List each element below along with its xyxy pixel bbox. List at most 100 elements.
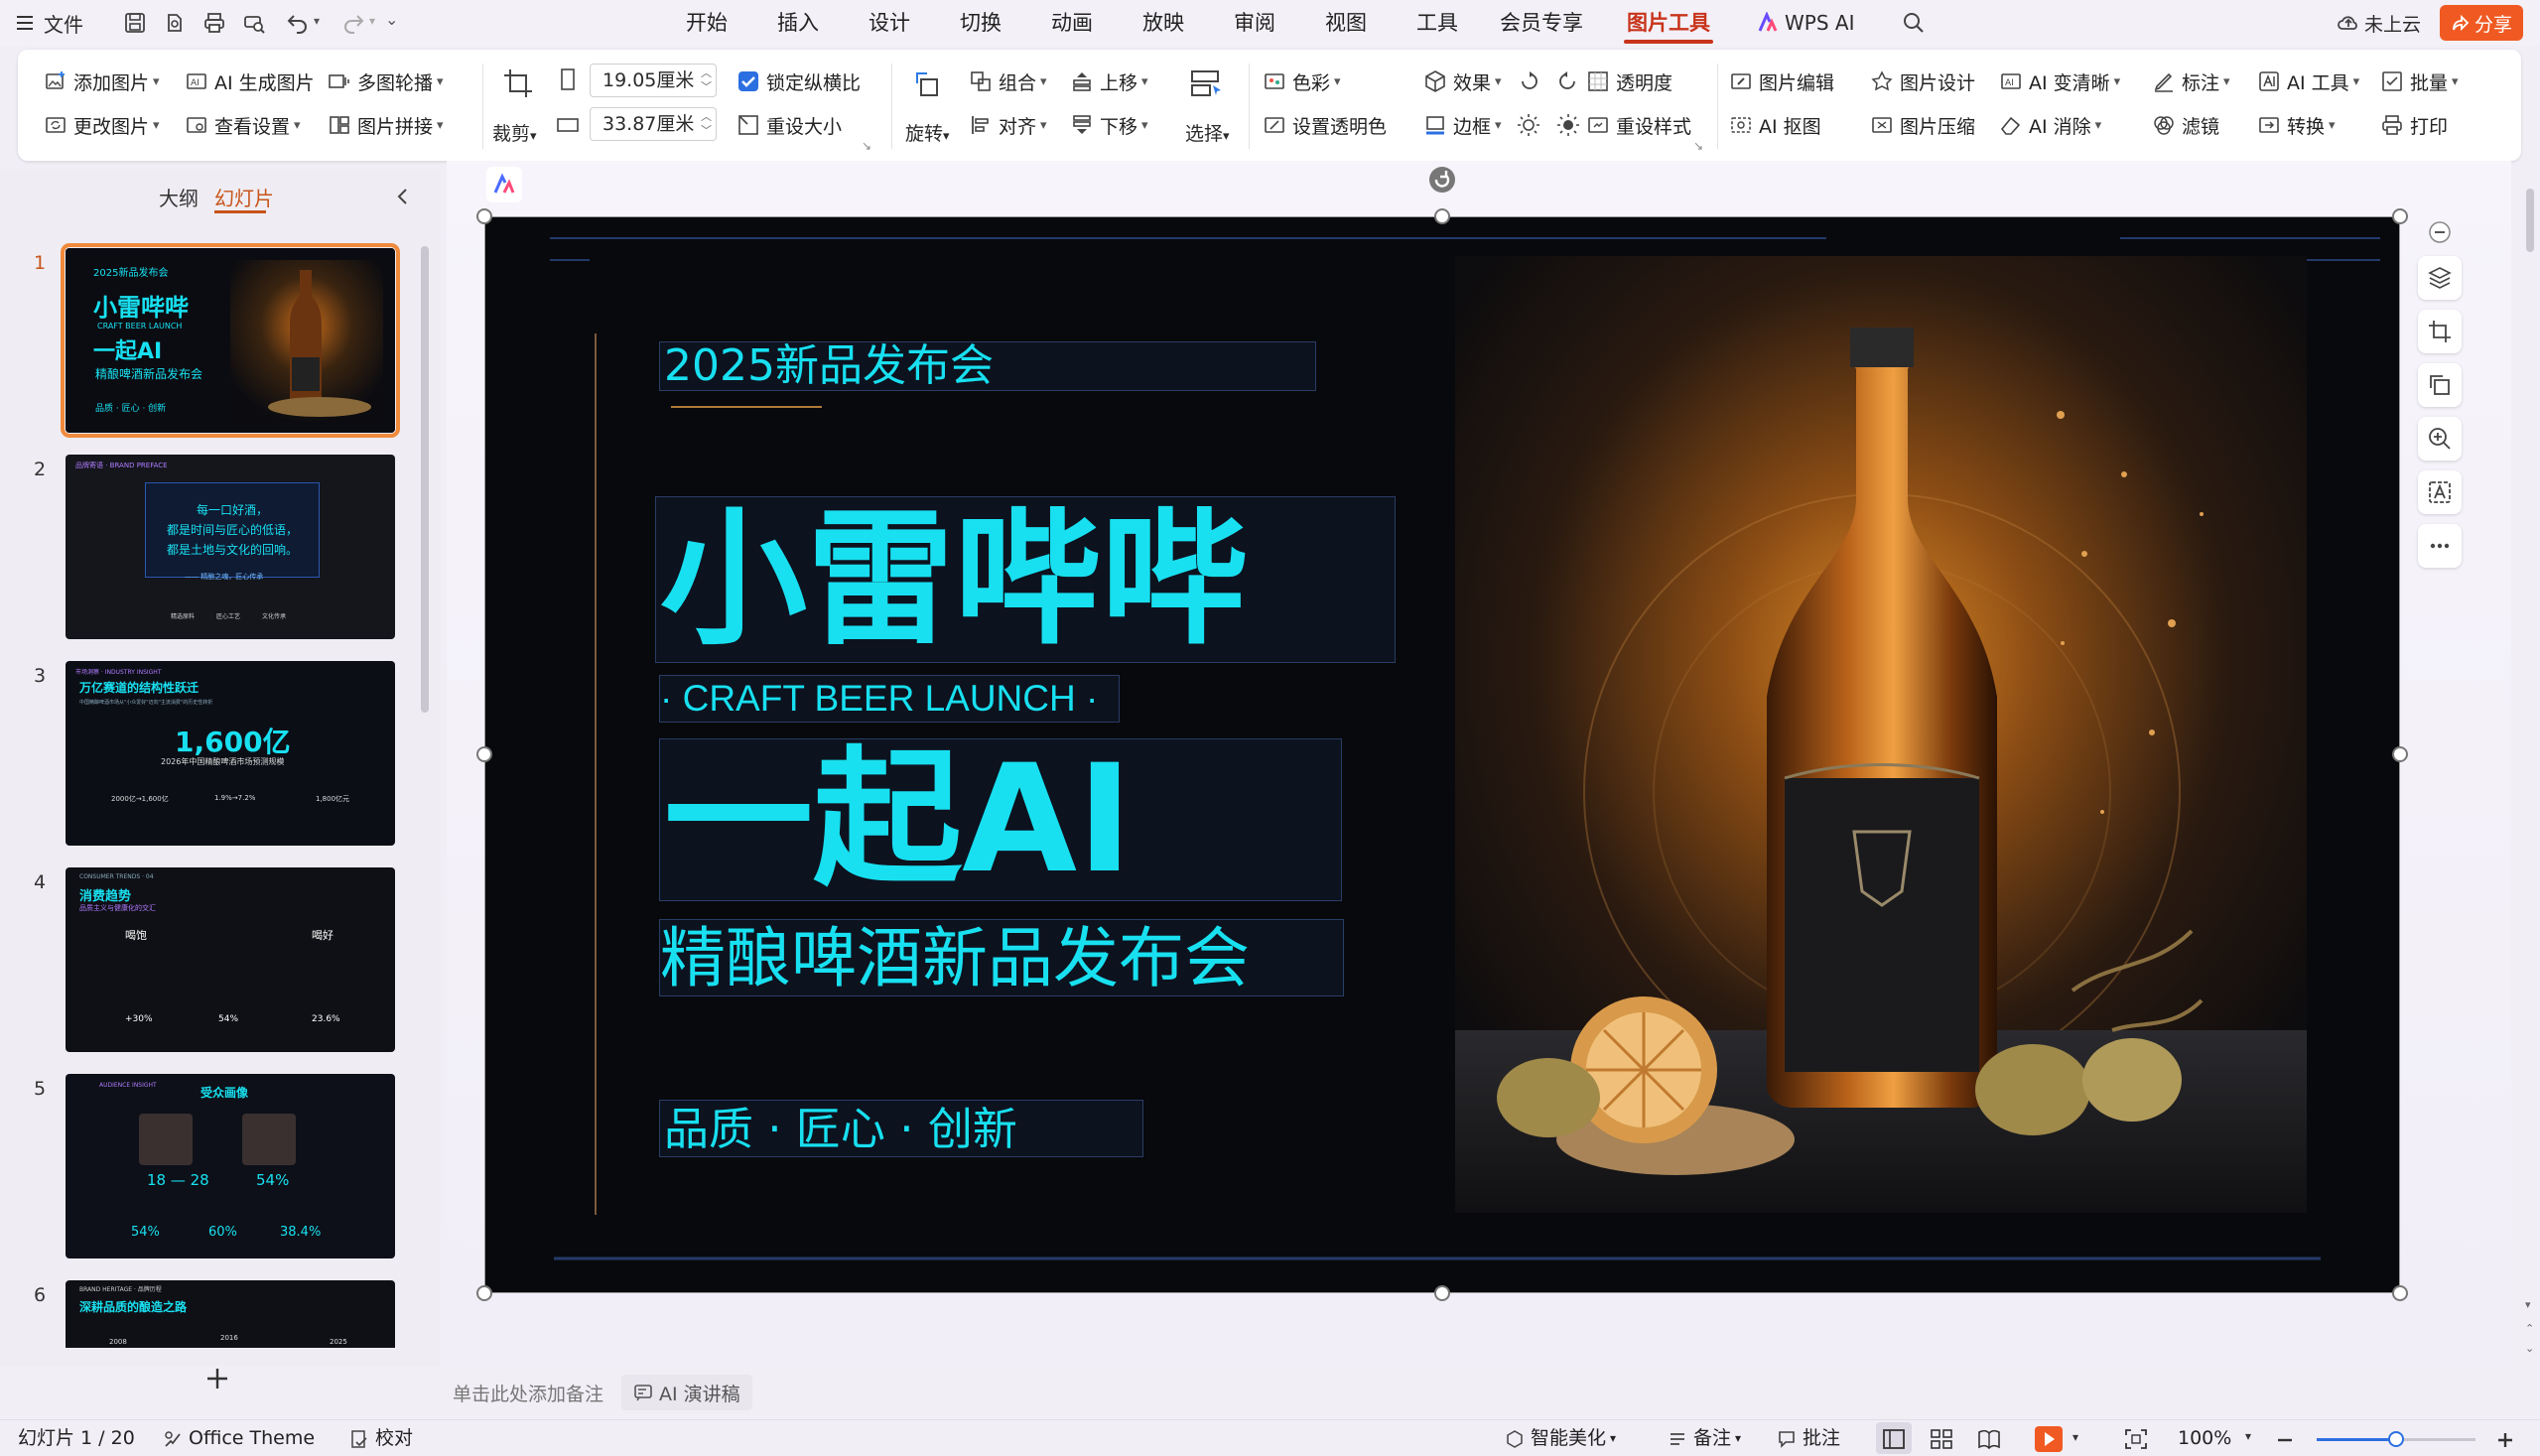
resize-handle-n[interactable] <box>1434 208 1450 224</box>
resize-handle-se[interactable] <box>2392 1285 2408 1301</box>
annotate-button[interactable]: 标注 ▾ <box>2152 64 2230 99</box>
move-up-button[interactable]: 上移 ▾ <box>1070 64 1148 99</box>
share-button[interactable]: 分享 <box>2440 5 2523 41</box>
redo-icon[interactable] <box>341 11 365 35</box>
border-button[interactable]: 边框 ▾ <box>1423 107 1502 143</box>
canvas-scrollbar[interactable]: ▾ ⌃ ⌄ <box>2521 161 2540 1364</box>
brightness-icon[interactable] <box>1517 113 1540 137</box>
tab-slides[interactable]: 幻灯片 <box>214 183 274 211</box>
resize-handle-s[interactable] <box>1434 1285 1450 1301</box>
slide-thumbnail-3[interactable]: 市场洞察 · INDUSTRY INSIGHT 万亿赛道的结构性跃迁 中国精酿啤… <box>66 661 395 846</box>
ai-erase-button[interactable]: AI 消除 ▾ <box>1999 107 2101 143</box>
effects-button[interactable]: 效果 ▾ <box>1423 64 1502 99</box>
print-icon[interactable] <box>202 11 226 35</box>
rotate-right-icon[interactable] <box>1556 69 1580 93</box>
slide-thumbnail-4[interactable]: CONSUMER TRENDS · 04 消费趋势 品质主义与健康化的交汇 喝饱… <box>66 867 395 1052</box>
image-edit-button[interactable]: 图片编辑 <box>1729 64 1834 99</box>
multi-carousel-button[interactable]: 多图轮播 ▾ <box>328 64 444 99</box>
canvas-scrollbar-thumb[interactable] <box>2526 189 2534 252</box>
slogan-textbox[interactable]: 一起AI <box>659 738 1342 901</box>
desc-textbox[interactable]: 精酿啤酒新品发布会 <box>659 919 1344 996</box>
comments-button[interactable]: 批注 <box>1777 1420 1840 1456</box>
slideshow-dropdown-icon[interactable]: ▾ <box>2072 1430 2078 1444</box>
zoom-slider-thumb[interactable] <box>2388 1431 2404 1447</box>
contrast-icon[interactable] <box>1556 113 1580 137</box>
layers-button[interactable] <box>2418 256 2462 300</box>
redo-dropdown-icon[interactable]: ▾ <box>369 14 375 28</box>
style-dialog-launcher-icon[interactable]: ↘ <box>1693 139 1703 153</box>
scroll-down-icon[interactable]: ▾ <box>2525 1298 2531 1311</box>
batch-button[interactable]: 批量 ▾ <box>2380 64 2459 99</box>
event-textbox[interactable]: 2025新品发布会 <box>659 341 1316 391</box>
zoom-float-button[interactable] <box>2418 417 2462 461</box>
width-input[interactable]: 33.87厘米 ︿ ﹀ <box>590 107 717 141</box>
slide-thumbnail-1[interactable]: 2025新品发布会 小雷哔哔 CRAFT BEER LAUNCH 一起AI 精酿… <box>61 243 400 438</box>
share-doc-icon[interactable] <box>163 11 187 35</box>
ai-tools-button[interactable]: AI 工具 ▾ <box>2257 64 2359 99</box>
reset-style-button[interactable]: 重设样式 <box>1586 107 1691 143</box>
print-preview-icon[interactable] <box>242 11 266 35</box>
wps-ai-button[interactable]: WPS AI <box>1757 0 1854 46</box>
zoom-out-icon[interactable] <box>2275 1430 2295 1450</box>
brand-textbox[interactable]: 小雷哔哔 <box>655 496 1396 663</box>
resize-handle-nw[interactable] <box>476 208 492 224</box>
height-input[interactable]: 19.05厘米 ︿ ﹀ <box>590 64 717 97</box>
reset-size-button[interactable]: 重设大小 <box>736 107 842 143</box>
image-compress-button[interactable]: 图片压缩 <box>1870 107 1975 143</box>
print-image-button[interactable]: 打印 <box>2380 107 2448 143</box>
add-slide-icon[interactable] <box>204 1366 230 1391</box>
zoom-in-status-icon[interactable] <box>2495 1430 2515 1450</box>
slide-thumbnail-6[interactable]: BRAND HERITAGE · 品牌历程 深耕品质的酿造之路 2008 201… <box>66 1280 395 1348</box>
resize-handle-sw[interactable] <box>476 1285 492 1301</box>
smart-beautify-button[interactable]: 智能美化 ▾ <box>1505 1420 1616 1456</box>
width-spinner-icon[interactable]: ︿ ﹀ <box>701 110 712 138</box>
tab-design[interactable]: 设计 <box>858 0 921 46</box>
tab-slideshow[interactable]: 放映 <box>1132 0 1195 46</box>
change-image-button[interactable]: 更改图片 ▾ <box>44 107 160 143</box>
tab-outline[interactable]: 大纲 <box>159 183 199 211</box>
ai-text-float-button[interactable] <box>2418 470 2462 514</box>
set-transparent-button[interactable]: 设置透明色 <box>1263 107 1387 143</box>
crop-float-button[interactable] <box>2418 310 2462 353</box>
save-icon[interactable] <box>123 11 147 35</box>
ai-cutout-button[interactable]: AI 抠图 <box>1729 107 1821 143</box>
color-button[interactable]: 色彩 ▾ <box>1263 64 1341 99</box>
tab-view[interactable]: 视图 <box>1314 0 1378 46</box>
rotate-left-icon[interactable] <box>1517 69 1540 93</box>
tab-animation[interactable]: 动画 <box>1040 0 1104 46</box>
values-textbox[interactable]: 品质 · 匠心 · 创新 <box>659 1100 1143 1157</box>
page-down-icon[interactable]: ⌄ <box>2525 1342 2534 1355</box>
tab-picture-tools[interactable]: 图片工具 <box>1624 0 1713 46</box>
add-image-button[interactable]: 添加图片 ▾ <box>44 64 160 99</box>
replace-float-button[interactable] <box>2418 363 2462 407</box>
align-button[interactable]: 对齐 ▾ <box>969 107 1047 143</box>
slide-thumbnail-2[interactable]: 品牌寄语 · BRAND PREFACE 每一口好酒， 都是时间与匠心的低语， … <box>66 455 395 639</box>
notes-placeholder[interactable]: 单击此处添加备注 <box>453 1380 603 1406</box>
file-menu-button[interactable]: 文件 <box>14 0 83 46</box>
zoom-dropdown-icon[interactable]: ▾ <box>2245 1429 2251 1443</box>
play-slideshow-button[interactable] <box>2035 1426 2063 1452</box>
wps-ai-float-icon[interactable] <box>486 167 522 202</box>
zoom-level[interactable]: 100% <box>2178 1420 2231 1456</box>
transparency-button[interactable]: 透明度 <box>1586 64 1672 99</box>
search-icon[interactable] <box>1902 11 1926 35</box>
reading-view-icon[interactable] <box>1977 1428 2001 1450</box>
tab-insert[interactable]: 插入 <box>766 0 830 46</box>
group-button[interactable]: 组合 ▾ <box>969 64 1047 99</box>
convert-button[interactable]: 转换 ▾ <box>2257 107 2336 143</box>
slide-sorter-icon[interactable] <box>1930 1428 1953 1450</box>
ai-sharpen-button[interactable]: AI AI 变清晰 ▾ <box>1999 64 2120 99</box>
select-button[interactable]: 选择▾ <box>1175 62 1239 151</box>
undo-icon[interactable] <box>286 11 310 35</box>
lock-ratio-checkbox[interactable]: 锁定纵横比 <box>736 64 861 99</box>
theme-button[interactable]: Office Theme <box>163 1420 315 1456</box>
more-float-button[interactable] <box>2418 524 2462 568</box>
page-up-icon[interactable]: ⌃ <box>2525 1322 2534 1335</box>
slide-thumbnail-5[interactable]: AUDIENCE INSIGHT 受众画像 18 — 28 54% 54% 60… <box>66 1074 395 1258</box>
normal-view-icon[interactable] <box>1882 1428 1906 1450</box>
resize-handle-ne[interactable] <box>2392 208 2408 224</box>
subtitle-en-textbox[interactable]: · CRAFT BEER LAUNCH · <box>659 675 1120 723</box>
resize-handle-w[interactable] <box>476 746 492 762</box>
minus-circle-icon[interactable] <box>2428 220 2452 244</box>
move-down-button[interactable]: 下移 ▾ <box>1070 107 1148 143</box>
